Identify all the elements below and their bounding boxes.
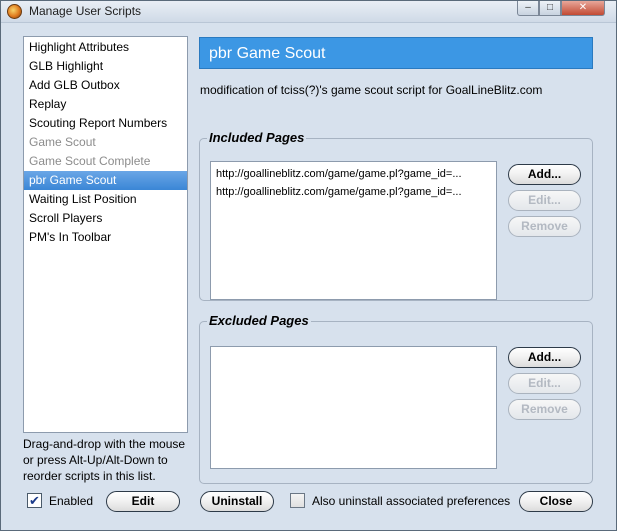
script-description: modification of tciss(?)'s game scout sc…	[200, 83, 543, 97]
title-bar[interactable]: Manage User Scripts – □ ✕	[1, 1, 616, 23]
enabled-label: Enabled	[49, 494, 94, 508]
script-item-add-glb-outbox[interactable]: Add GLB Outbox	[24, 76, 187, 95]
maximize-button[interactable]: □	[539, 1, 561, 16]
manage-user-scripts-window: Manage User Scripts – □ ✕ Highlight Attr…	[0, 0, 617, 531]
also-uninstall-preferences-checkbox[interactable]	[290, 493, 305, 508]
close-icon: ✕	[578, 2, 588, 13]
enabled-checkbox[interactable]: ✔	[27, 493, 42, 508]
script-item-pbr-game-scout[interactable]: pbr Game Scout	[24, 171, 187, 190]
script-item-glb-highlight[interactable]: GLB Highlight	[24, 57, 187, 76]
included-page-item[interactable]: http://goallineblitz.com/game/game.pl?ga…	[211, 165, 496, 183]
maximize-icon: □	[546, 2, 554, 13]
script-list[interactable]: Highlight Attributes GLB Highlight Add G…	[23, 36, 188, 433]
script-name-title: pbr Game Scout	[209, 45, 326, 62]
excluded-edit-button[interactable]: Edit...	[508, 373, 581, 394]
firefox-icon	[7, 4, 22, 19]
included-page-item[interactable]: http://goallineblitz.com/game/game.pl?ga…	[211, 183, 496, 201]
excluded-pages-list[interactable]	[210, 346, 497, 469]
excluded-pages-group: Excluded Pages Add... Edit... Remove	[199, 313, 593, 484]
script-item-pms-in-toolbar[interactable]: PM's In Toolbar	[24, 228, 187, 247]
reorder-help-text: Drag-and-drop with the mouse or press Al…	[23, 437, 186, 483]
script-item-highlight-attributes[interactable]: Highlight Attributes	[24, 38, 187, 57]
window-title: Manage User Scripts	[29, 4, 142, 18]
included-add-button[interactable]: Add...	[508, 164, 581, 185]
included-pages-group: Included Pages http://goallineblitz.com/…	[199, 130, 593, 301]
excluded-pages-label: Excluded Pages	[207, 313, 311, 328]
minimize-icon: –	[525, 2, 531, 13]
minimize-button[interactable]: –	[517, 1, 539, 16]
script-item-scouting-report-numbers[interactable]: Scouting Report Numbers	[24, 114, 187, 133]
included-pages-label: Included Pages	[207, 130, 307, 145]
script-name-header: pbr Game Scout	[199, 37, 593, 69]
script-item-game-scout[interactable]: Game Scout	[24, 133, 187, 152]
script-item-replay[interactable]: Replay	[24, 95, 187, 114]
uninstall-button[interactable]: Uninstall	[200, 491, 274, 512]
close-button[interactable]: Close	[519, 491, 593, 512]
included-edit-button[interactable]: Edit...	[508, 190, 581, 211]
also-uninstall-preferences-label: Also uninstall associated preferences	[312, 494, 511, 508]
excluded-remove-button[interactable]: Remove	[508, 399, 581, 420]
script-item-scroll-players[interactable]: Scroll Players	[24, 209, 187, 228]
script-item-waiting-list-position[interactable]: Waiting List Position	[24, 190, 187, 209]
script-item-game-scout-complete[interactable]: Game Scout Complete	[24, 152, 187, 171]
close-window-button[interactable]: ✕	[561, 1, 605, 16]
edit-button[interactable]: Edit	[106, 491, 180, 512]
included-pages-list[interactable]: http://goallineblitz.com/game/game.pl?ga…	[210, 161, 497, 300]
excluded-add-button[interactable]: Add...	[508, 347, 581, 368]
included-remove-button[interactable]: Remove	[508, 216, 581, 237]
